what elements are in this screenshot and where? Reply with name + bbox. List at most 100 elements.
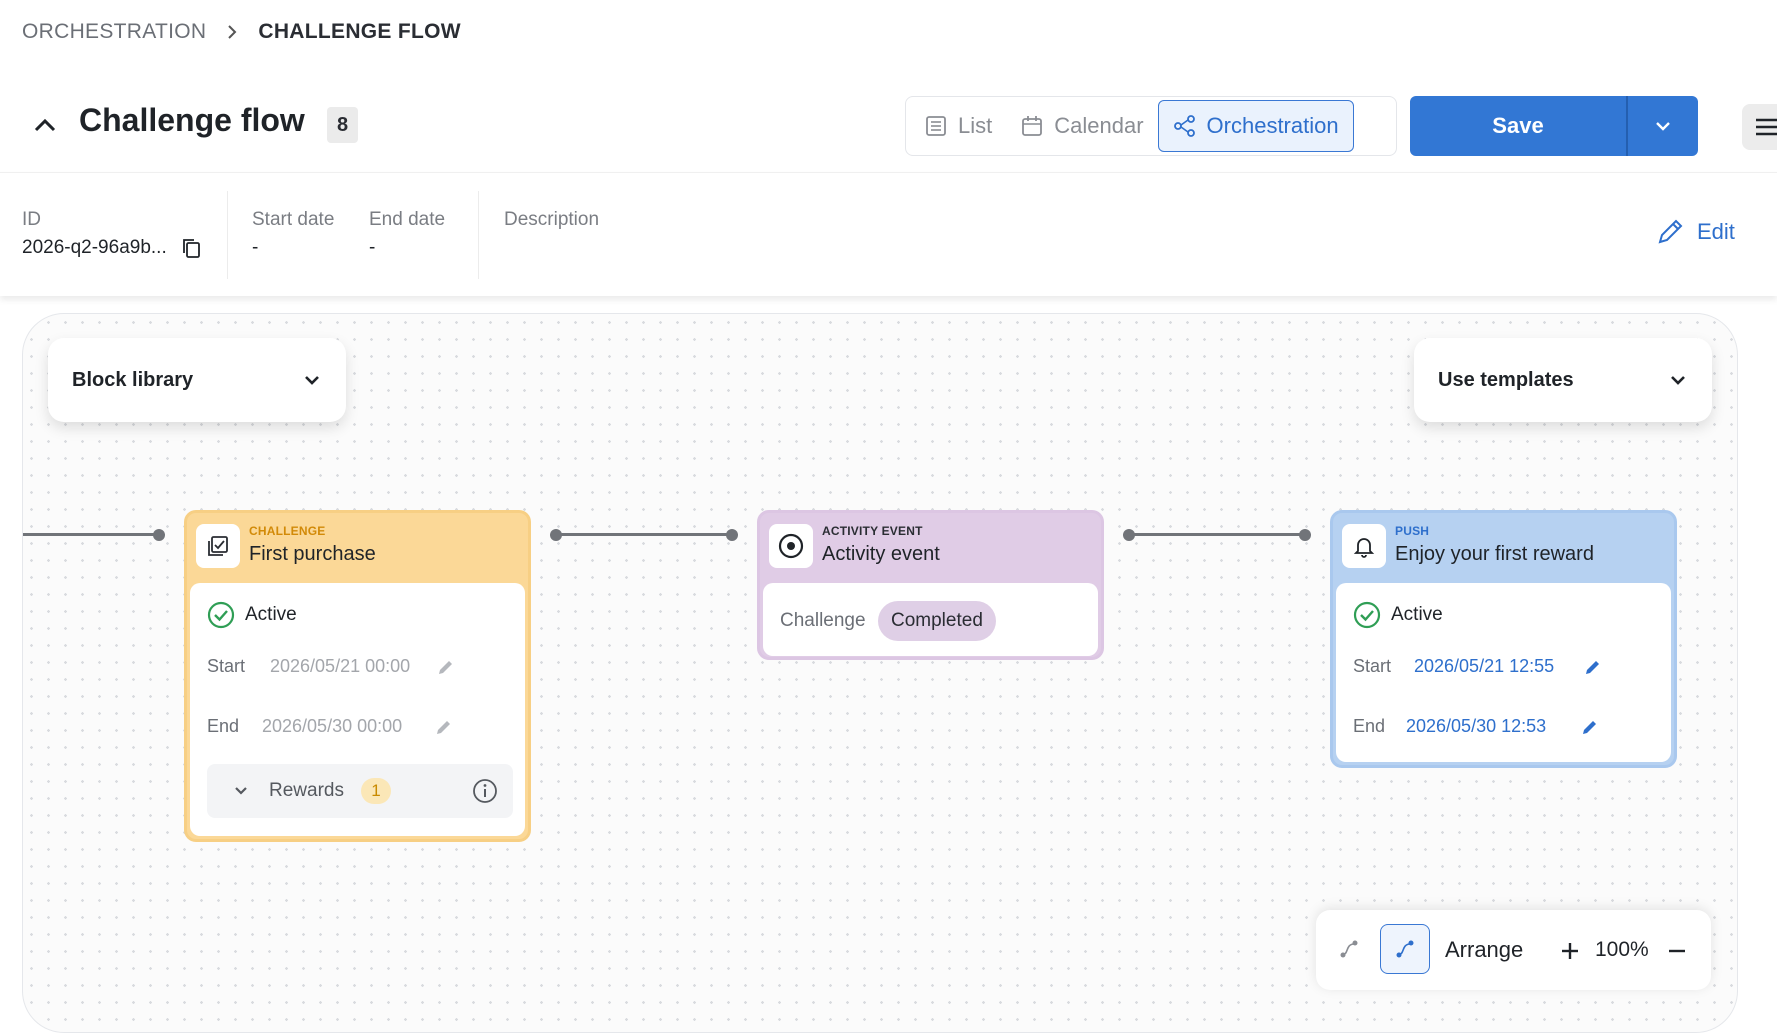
start-value[interactable]: 2026/05/21 12:55 [1414,656,1554,677]
status-row: Active [1353,601,1443,629]
save-options-button[interactable] [1626,96,1698,156]
count-badge: 8 [327,107,358,143]
zoom-level: 100% [1595,938,1649,961]
copy-icon[interactable] [180,237,202,259]
use-templates-dropdown[interactable]: Use templates [1414,338,1712,422]
info-icon[interactable] [472,778,498,804]
pencil-icon[interactable] [1583,657,1603,677]
connector-icon [1396,940,1414,958]
view-list-tab[interactable]: List [910,100,1006,152]
view-calendar-label: Calendar [1054,113,1144,138]
status-row: Active [207,601,297,629]
start-date-label: Start date [252,209,335,230]
collapse-button[interactable] [30,110,60,140]
straight-connector-button[interactable] [1324,924,1374,974]
pencil-icon[interactable] [436,657,456,677]
connector-handle[interactable] [726,529,738,541]
curved-connector-button[interactable] [1380,924,1430,974]
node-header: CHALLENGE First purchase [187,513,528,583]
arrange-button[interactable]: Arrange [1445,937,1523,963]
chevron-right-icon [228,25,237,39]
node-icon-box [769,524,813,568]
start-label: Start [1353,656,1392,676]
node-name: Activity event [822,543,940,565]
edit-button[interactable]: Edit [1655,217,1735,247]
node-name: First purchase [249,543,376,565]
challenge-node[interactable]: CHALLENGE First purchase Active Start 20… [184,510,531,842]
node-name: Enjoy your first reward [1395,543,1594,565]
connector-handle[interactable] [1299,529,1311,541]
info-strip: ID 2026-q2-96a9b... Start date - End dat… [0,172,1777,296]
push-node[interactable]: PUSH Enjoy your first reward Active Star… [1330,510,1677,768]
hamburger-icon [1756,118,1777,136]
pencil-icon[interactable] [1580,717,1600,737]
save-button[interactable]: Save [1410,96,1626,156]
status-label: Active [1391,604,1443,625]
node-body: Challenge Completed [763,583,1098,656]
menu-button[interactable] [1742,104,1777,150]
node-body: Active Start 2026/05/21 12:55 End 2026/0… [1336,583,1671,762]
end-date-value: - [369,237,376,258]
pencil-icon[interactable] [434,717,454,737]
end-value[interactable]: 2026/05/30 12:53 [1406,716,1546,737]
calendar-icon [1022,116,1043,136]
view-calendar-tab[interactable]: Calendar [1006,100,1157,152]
node-body: Active Start 2026/05/21 00:00 End 2026/0… [190,583,525,836]
connector-icon [1340,940,1358,958]
rewards-toggle[interactable]: Rewards 1 [207,764,513,818]
pencil-icon [1658,219,1683,244]
node-icon-box [196,524,240,568]
connector-line [1129,533,1304,536]
bell-icon [1353,538,1375,558]
breadcrumb-root[interactable]: ORCHESTRATION [22,20,206,44]
divider [227,191,228,279]
chevron-up-icon [34,118,56,132]
status-label: Active [245,604,297,625]
rewards-label: Rewards [269,780,344,801]
orchestration-icon [1173,115,1195,137]
id-value: 2026-q2-96a9b... [22,237,167,258]
rewards-count-badge: 1 [361,778,391,804]
list-icon [926,116,946,136]
block-library-label: Block library [72,368,194,391]
end-value: 2026/05/30 00:00 [262,716,403,736]
page-header: Challenge flow 8 List Calendar Orchestra… [0,88,1777,174]
view-orchestration-tab[interactable]: Orchestration [1157,100,1354,152]
page-title: Challenge flow [79,102,305,138]
end-date-label: End date [369,209,446,230]
id-label: ID [22,209,41,230]
start-date-value: - [252,237,259,258]
plus-icon[interactable] [1560,941,1580,961]
node-header: PUSH Enjoy your first reward [1333,513,1674,583]
end-label: End [1353,716,1386,736]
condition-label: Challenge [780,610,866,631]
target-icon [778,533,804,559]
minus-icon[interactable] [1667,941,1687,961]
breadcrumb: ORCHESTRATION CHALLENGE FLOW [22,20,461,44]
start-label: Start [207,656,246,676]
start-value: 2026/05/21 00:00 [270,656,411,676]
activity-event-node[interactable]: ACTIVITY EVENT Activity event Challenge … [757,510,1104,660]
node-icon-box [1342,524,1386,568]
edit-label: Edit [1697,219,1735,244]
chevron-down-icon [1671,376,1685,385]
chevron-down-icon [305,376,319,385]
block-library-dropdown[interactable]: Block library [48,338,346,422]
connector-handle[interactable] [153,529,165,541]
checkbox-icon [208,536,228,556]
canvas-toolbar: Arrange 100% [1316,910,1711,990]
connector-line [23,533,158,536]
chevron-down-icon [1656,122,1670,131]
save-button-group: Save [1410,96,1698,156]
view-orchestration-label: Orchestration [1206,113,1339,138]
use-templates-label: Use templates [1438,368,1574,391]
condition-pill: Completed [878,601,996,641]
node-type-label: CHALLENGE [249,524,326,538]
description-label: Description [504,209,600,230]
check-circle-icon [207,601,235,629]
breadcrumb-current: CHALLENGE FLOW [258,20,461,43]
node-type-label: PUSH [1395,524,1430,538]
view-list-label: List [958,113,993,138]
node-type-label: ACTIVITY EVENT [822,524,923,538]
check-circle-icon [1353,601,1381,629]
